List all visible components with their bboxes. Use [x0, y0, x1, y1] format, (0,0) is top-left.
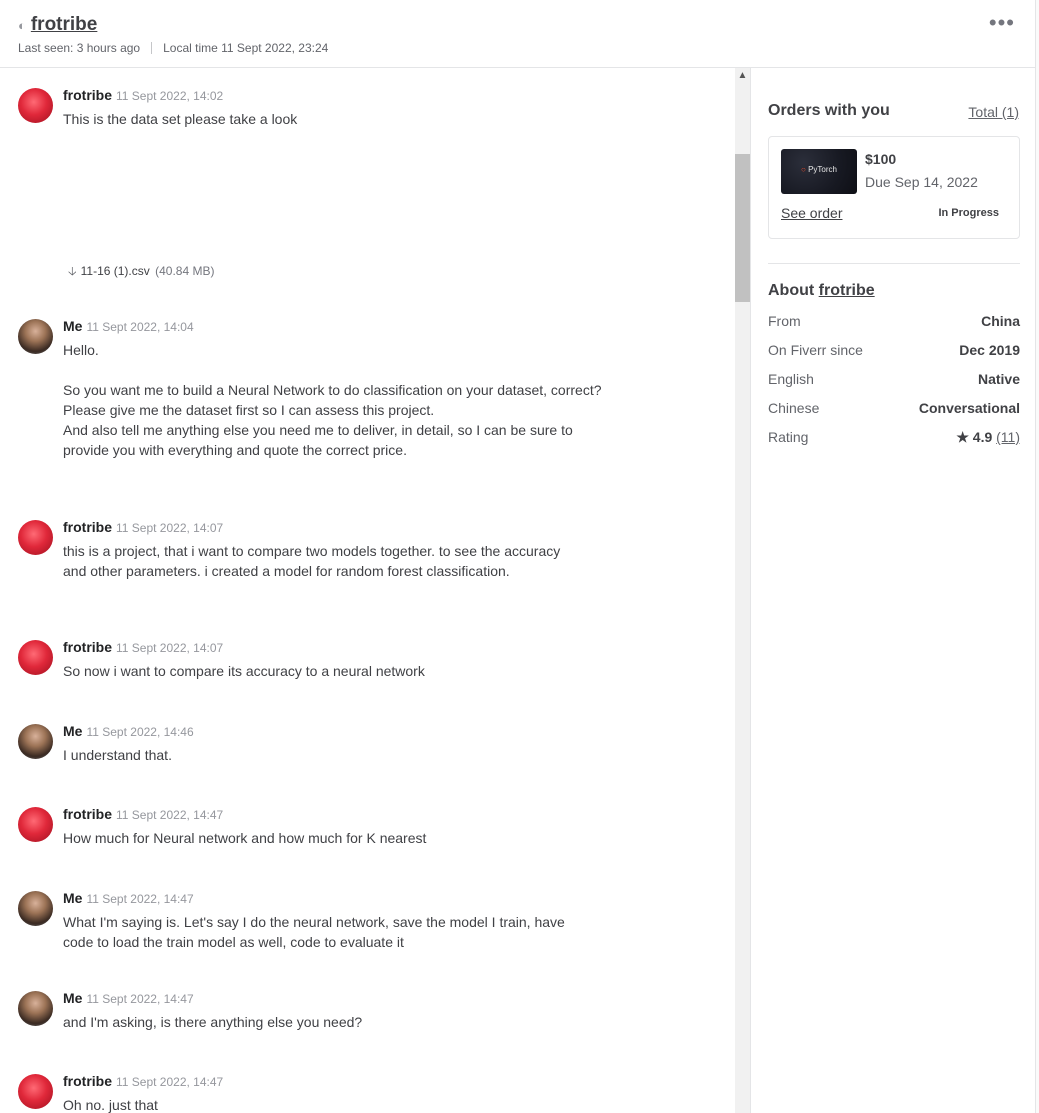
- about-username-link[interactable]: frotribe: [819, 282, 875, 299]
- order-price: $100: [865, 151, 897, 167]
- avatar[interactable]: [18, 891, 53, 926]
- sender-name: Me: [63, 318, 83, 334]
- sender-name: Me: [63, 990, 83, 1006]
- message-text: and I'm asking, is there anything else y…: [63, 1014, 363, 1030]
- attachment-size: (40.84 MB): [155, 264, 215, 278]
- see-order-link[interactable]: See order: [781, 205, 842, 221]
- reviews-count-link[interactable]: (11): [996, 429, 1020, 445]
- info-row-chinese: Chinese Conversational: [768, 400, 1020, 416]
- message-time: 11 Sept 2022, 14:47: [116, 808, 224, 822]
- avatar[interactable]: [18, 640, 53, 675]
- message-text: I understand that.: [63, 747, 172, 763]
- info-label: On Fiverr since: [768, 342, 863, 358]
- sender-name: Me: [63, 723, 83, 739]
- info-row-member-since: On Fiverr since Dec 2019: [768, 342, 1020, 358]
- info-row-rating: Rating ★ 4.9 (11): [768, 429, 1020, 446]
- message-time: 11 Sept 2022, 14:47: [86, 892, 194, 906]
- message-time: 11 Sept 2022, 14:07: [116, 521, 224, 535]
- message-text: So now i want to compare its accuracy to…: [63, 663, 425, 679]
- info-value: Native: [977, 371, 1020, 387]
- file-attachment[interactable]: 🡣 11-16 (1).csv (40.84 MB): [68, 262, 214, 283]
- message-time: 11 Sept 2022, 14:46: [86, 725, 194, 739]
- divider: [768, 263, 1020, 264]
- star-icon: ★: [956, 429, 969, 445]
- avatar[interactable]: [18, 88, 53, 123]
- last-seen: Last seen: 3 hours ago: [18, 41, 141, 55]
- message-text: Oh no. just that: [63, 1097, 158, 1113]
- message-text: What I'm saying is. Let's say I do the n…: [63, 914, 565, 950]
- chat-scrollbar[interactable]: ▲: [735, 68, 750, 1113]
- download-icon[interactable]: 🡣: [68, 264, 77, 278]
- message-time: 11 Sept 2022, 14:04: [86, 320, 194, 334]
- sender-name: frotribe: [63, 87, 112, 103]
- info-label: Chinese: [768, 400, 820, 416]
- attachment-name[interactable]: 11-16 (1).csv: [81, 264, 150, 278]
- info-row-english: English Native: [768, 371, 1020, 387]
- orders-title: Orders with you: [768, 102, 890, 119]
- order-card[interactable]: ○ PyTorch $100 Due Sep 14, 2022 See orde…: [768, 136, 1020, 239]
- message-text: Hello.: [63, 342, 99, 358]
- message-time: 11 Sept 2022, 14:47: [116, 1075, 224, 1089]
- more-horizontal-icon[interactable]: •••: [989, 12, 1015, 34]
- message-text: this is a project, that i want to compar…: [63, 543, 561, 579]
- message-text: This is the data set please take a look: [63, 111, 298, 127]
- message-text: Please give me the dataset first so I ca…: [63, 402, 435, 418]
- rating-score: 4.9: [972, 429, 993, 445]
- sender-name: frotribe: [63, 519, 112, 535]
- contact-title: ◐ frotribe: [18, 14, 97, 36]
- contact-name-link[interactable]: frotribe: [31, 14, 98, 36]
- info-value: China: [981, 313, 1020, 329]
- message-text: So you want me to build a Neural Network…: [63, 382, 602, 398]
- info-value: Conversational: [918, 400, 1020, 416]
- order-thumbnail[interactable]: ○ PyTorch: [781, 149, 857, 194]
- info-value: Dec 2019: [959, 342, 1020, 358]
- sender-name: frotribe: [63, 806, 112, 822]
- chat-header: ◐ frotribe Last seen: 3 hours ago Local …: [0, 0, 1036, 68]
- info-row-from: From China: [768, 313, 1020, 329]
- avatar[interactable]: [18, 1074, 53, 1109]
- about-prefix: About: [768, 282, 815, 299]
- info-label: Rating: [768, 429, 809, 445]
- contact-meta: Last seen: 3 hours ago Local time 11 Sep…: [18, 41, 328, 55]
- contact-sidebar: Orders with you Total (1) ○ PyTorch $100…: [750, 68, 1036, 1113]
- message-time: 11 Sept 2022, 14:02: [116, 89, 224, 103]
- local-time: Local time 11 Sept 2022, 23:24: [163, 41, 329, 55]
- sender-name: frotribe: [63, 639, 112, 655]
- info-label: English: [768, 371, 814, 387]
- rating-value: ★ 4.9 (11): [956, 429, 1020, 446]
- avatar[interactable]: [18, 807, 53, 842]
- meta-divider: [151, 42, 153, 54]
- scroll-thumb[interactable]: [735, 154, 750, 302]
- message-text: How much for Neural network and how much…: [63, 830, 427, 846]
- orders-total-link[interactable]: Total (1): [968, 104, 1019, 120]
- avatar[interactable]: [18, 991, 53, 1026]
- about-title: About frotribe: [768, 282, 875, 300]
- sender-name: frotribe: [63, 1073, 112, 1089]
- message-text: And also tell me anything else you need …: [63, 422, 573, 458]
- scroll-up-arrow-icon[interactable]: ▲: [735, 68, 750, 83]
- message-time: 11 Sept 2022, 14:47: [86, 992, 194, 1006]
- order-status-badge: In Progress: [938, 207, 999, 219]
- avatar[interactable]: [18, 520, 53, 555]
- message-time: 11 Sept 2022, 14:07: [116, 641, 224, 655]
- message-list: frotribe 11 Sept 2022, 14:02 This is the …: [0, 68, 735, 1113]
- away-status-icon: ◐: [18, 17, 26, 33]
- sender-name: Me: [63, 890, 83, 906]
- avatar[interactable]: [18, 319, 53, 354]
- pytorch-logo: ○ PyTorch: [801, 165, 837, 174]
- order-due-date: Due Sep 14, 2022: [865, 174, 978, 190]
- info-label: From: [768, 313, 801, 329]
- avatar[interactable]: [18, 724, 53, 759]
